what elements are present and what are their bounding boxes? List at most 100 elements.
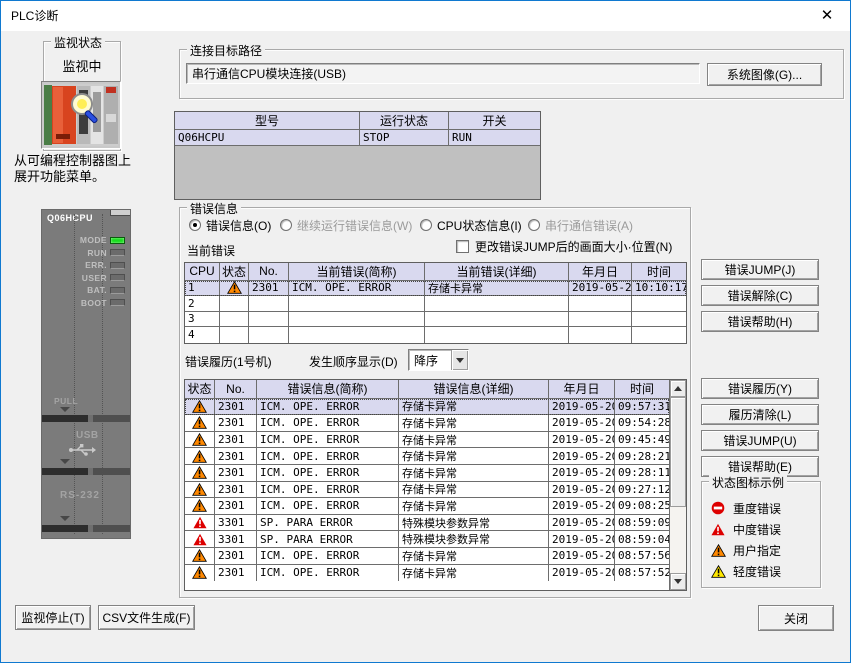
checkbox-icon (456, 240, 469, 253)
radio-cpu-status-info[interactable]: CPU状态信息(I) (420, 217, 522, 233)
history-title: 错误履历(1号机) (185, 353, 272, 370)
cell-date: 2019-05-20 (549, 565, 615, 582)
order-combobox-value: 降序 (409, 350, 451, 370)
connection-target-group: 连接目标路径 串行通信CPU模块连接(USB) 系统图像(G)... (179, 49, 844, 99)
column-header-time: 时间 (615, 380, 669, 398)
cell-name: ICM. OPE. ERROR (257, 482, 399, 498)
module-table-header: 型号 运行状态 开关 (175, 112, 540, 130)
radio-error-info[interactable]: 错误信息(O) (189, 217, 271, 233)
module-table: 型号 运行状态 开关 Q06HCPU STOP RUN (174, 111, 541, 200)
history-error-row[interactable]: 2301ICM. OPE. ERROR存储卡异常2019-05-2009:28:… (185, 465, 669, 482)
close-icon[interactable]: ✕ (812, 1, 842, 31)
plc-thumbnail[interactable] (41, 81, 121, 149)
error-clear-button[interactable]: 错误解除(C) (701, 285, 819, 306)
order-combobox[interactable]: 降序 (408, 349, 469, 371)
led-indicator-off (110, 274, 125, 281)
current-errors-header: CPU状态No.当前错误(简称)当前错误(详细)年月日时间 (185, 263, 686, 281)
cell-detail: 存储卡异常 (425, 281, 569, 296)
current-error-row[interactable]: 3 (185, 312, 686, 328)
csv-generate-button[interactable]: CSV文件生成(F) (98, 605, 195, 630)
cell-name: SP. PARA ERROR (257, 531, 399, 547)
scroll-up-button[interactable] (670, 380, 686, 397)
radio-label: 继续运行错误信息(W) (297, 217, 412, 234)
moderate-error-icon (193, 516, 207, 529)
module-table-empty-area (175, 146, 540, 199)
history-error-row[interactable]: 2301ICM. OPE. ERROR存储卡异常2019-05-2009:08:… (185, 498, 669, 515)
history-error-row[interactable]: 2301ICM. OPE. ERROR存储卡异常2019-05-2009:27:… (185, 482, 669, 499)
error-history-button[interactable]: 错误履历(Y) (701, 378, 819, 399)
column-header-icon: 状态 (220, 263, 249, 280)
hint-line-2: 展开功能菜单。 (14, 169, 176, 185)
column-header-date: 年月日 (569, 263, 632, 280)
system-image-button[interactable]: 系统图像(G)... (707, 63, 822, 86)
history-error-row[interactable]: 2301ICM. OPE. ERROR存储卡异常2019-05-2008:57:… (185, 565, 669, 582)
history-main: 状态No.错误信息(简称)错误信息(详细)年月日时间 2301ICM. OPE.… (185, 380, 669, 590)
cell-run-state: STOP (360, 130, 449, 145)
radio-label: 错误信息(O) (206, 217, 271, 234)
history-error-row[interactable]: 2301ICM. OPE. ERROR存储卡异常2019-05-2009:28:… (185, 448, 669, 465)
error-info-group-label: 错误信息 (187, 200, 241, 217)
current-error-row[interactable]: 2 (185, 296, 686, 312)
cell-date: 2019-05-20 (549, 432, 615, 448)
cell-detail: 存储卡异常 (399, 448, 549, 464)
connection-path-field[interactable]: 串行通信CPU模块连接(USB) (186, 63, 700, 84)
plc-unit-graphic[interactable]: Q06HCPU MODERUNERR.USERBAT.BOOT PULL USB… (41, 209, 131, 539)
severe-error-icon (710, 501, 726, 516)
history-header: 状态No.错误信息(简称)错误信息(详细)年月日时间 (185, 380, 669, 399)
history-clear-button[interactable]: 履历清除(L) (701, 404, 819, 425)
jump-resize-checkbox[interactable]: 更改错误JUMP后的画面大小·位置(N) (456, 238, 672, 254)
cell-cpu: 1 (185, 281, 220, 296)
cell-detail (425, 296, 569, 311)
cell-icon (185, 415, 215, 431)
column-header-cpu: CPU (185, 263, 220, 280)
scrollbar-thumb[interactable] (670, 397, 686, 507)
radio-serial-comm-error: 串行通信错误(A) (528, 217, 633, 233)
cell-detail: 存储卡异常 (399, 498, 549, 514)
error-help-h-button[interactable]: 错误帮助(H) (701, 311, 819, 332)
error-jump-u-button[interactable]: 错误JUMP(U) (701, 430, 819, 451)
column-header-detail: 错误信息(详细) (399, 380, 549, 398)
cell-date: 2019-05-20 (549, 448, 615, 464)
scroll-down-button[interactable] (670, 573, 686, 590)
current-error-row[interactable]: 12301ICM. OPE. ERROR存储卡异常2019-05-2010:10… (185, 281, 686, 297)
cell-detail: 存储卡异常 (399, 465, 549, 481)
titlebar: PLC诊断 ✕ (1, 1, 850, 31)
cell-cpu: 3 (185, 312, 220, 327)
plc-diagnostics-dialog: PLC诊断 ✕ 监视状态 监视中 从可编程控制器图上 展开功能菜单。 (0, 0, 851, 663)
checkbox-label: 更改错误JUMP后的画面大小·位置(N) (475, 238, 672, 255)
legend-item-severe: 重度错误 (710, 500, 781, 516)
stop-monitor-button[interactable]: 监视停止(T) (15, 605, 91, 630)
history-error-row[interactable]: 2301ICM. OPE. ERROR存储卡异常2019-05-2008:57:… (185, 548, 669, 565)
history-error-row[interactable]: 3301SP. PARA ERROR特殊模块参数异常2019-05-2008:5… (185, 515, 669, 532)
close-button[interactable]: 关闭 (758, 605, 834, 631)
plc-led-row: BOOT (42, 297, 128, 310)
hint-text: 从可编程控制器图上 展开功能菜单。 (14, 153, 176, 185)
legend-group-label: 状态图标示例 (709, 474, 787, 491)
history-error-row[interactable]: 2301ICM. OPE. ERROR存储卡异常2019-05-2009:45:… (185, 432, 669, 449)
cell-detail: 存储卡异常 (399, 415, 549, 431)
monitor-status-value: 监视中 (44, 56, 120, 75)
current-error-row[interactable]: 4 (185, 327, 686, 343)
cell-time: 08:59:04 (615, 531, 669, 547)
cell-time: 09:08:25 (615, 498, 669, 514)
cell-icon (185, 565, 215, 582)
minor-error-icon (710, 564, 726, 579)
cell-icon (185, 448, 215, 464)
combobox-dropdown-button[interactable] (451, 350, 468, 370)
plc-latch-icon (60, 516, 70, 521)
history-error-row[interactable]: 3301SP. PARA ERROR特殊模块参数异常2019-05-2008:5… (185, 531, 669, 548)
led-indicator-off (110, 299, 125, 306)
history-error-row[interactable]: 2301ICM. OPE. ERROR存储卡异常2019-05-2009:57:… (185, 399, 669, 416)
moderate-error-icon (193, 533, 207, 546)
error-jump-j-button[interactable]: 错误JUMP(J) (701, 259, 819, 280)
radio-circle-icon (420, 219, 432, 231)
led-label: USER (42, 273, 110, 283)
history-scrollbar[interactable] (669, 380, 686, 590)
cell-detail: 存储卡异常 (399, 432, 549, 448)
cell-name: ICM. OPE. ERROR (257, 432, 399, 448)
module-table-row[interactable]: Q06HCPU STOP RUN (175, 130, 540, 146)
hint-line-1: 从可编程控制器图上 (14, 153, 176, 169)
cell-time: 09:45:49 (615, 432, 669, 448)
history-error-row[interactable]: 2301ICM. OPE. ERROR存储卡异常2019-05-2009:54:… (185, 415, 669, 432)
led-indicator-off (110, 262, 125, 269)
